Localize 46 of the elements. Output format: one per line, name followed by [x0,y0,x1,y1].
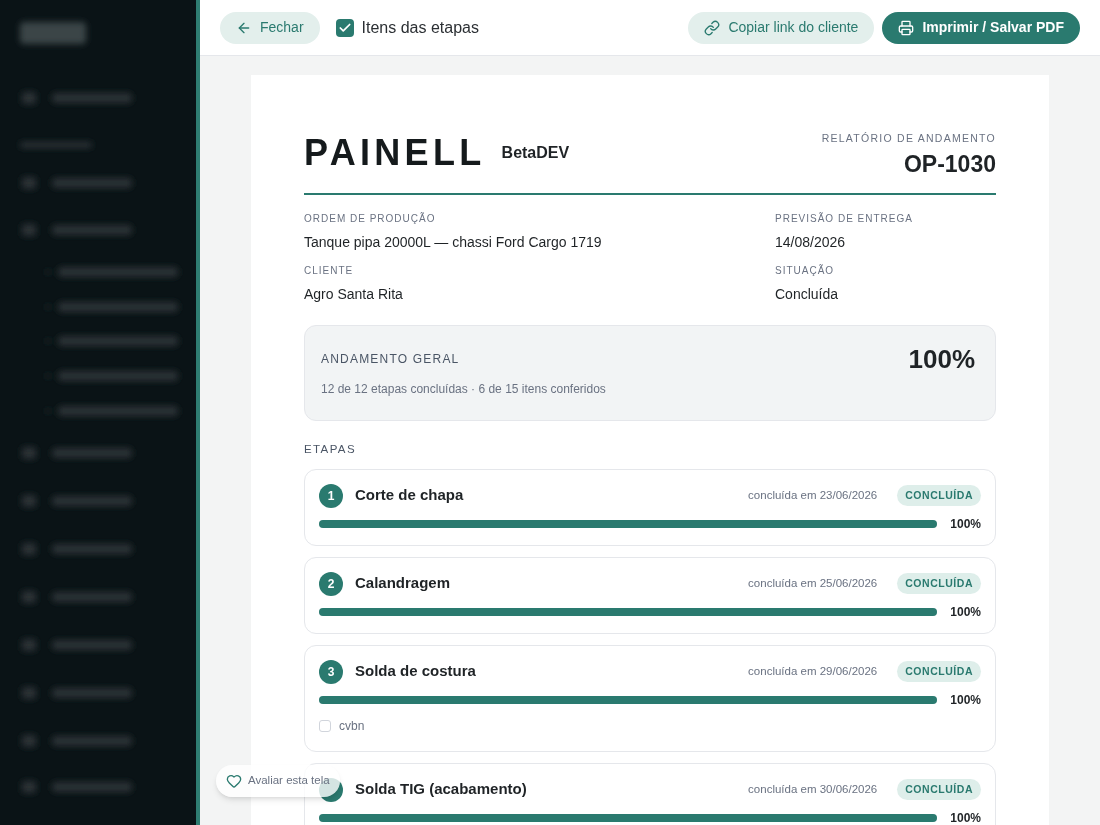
status-badge: CONCLUÍDA [897,484,981,507]
step-title: Corte de chapa [355,485,464,506]
heart-icon [226,773,242,789]
item-label: cvbn [339,717,365,735]
report-label: RELATÓRIO DE ANDAMENTO [821,131,996,146]
steps-heading: ETAPAS [304,442,357,458]
link-icon [704,19,721,36]
step-date: concluída em 25/06/2026 [748,575,878,591]
item-checkbox[interactable] [319,719,331,732]
steps-checkbox-label: Itens das etapas [361,17,479,38]
field-label: PREVISÃO DE ENTREGA [775,211,914,227]
field-value: Tanque pipa 20000L — chassi Ford Cargo 1719 [304,233,603,253]
step-title: Calandragem [355,573,451,594]
field-value: 14/08/2026 [775,233,847,253]
rate-screen-button[interactable]: Avaliar esta tela [216,765,340,797]
status-badge: CONCLUÍDA [897,660,981,683]
close-button[interactable]: Fechar [220,11,320,44]
company-name: BetaDEV [501,143,570,163]
step-percent: 100% [949,603,981,621]
overall-label: ANDAMENTO GERAL [321,351,461,369]
step-date: concluída em 23/06/2026 [748,487,878,503]
step-date: concluída em 29/06/2026 [748,663,878,679]
step-number: 1 [319,483,343,508]
printer-icon [898,19,915,36]
step-title: Solda TIG (acabamento) [355,779,527,800]
overall-summary: 12 de 12 etapas concluídas · 6 de 15 itens conferidos [321,381,606,399]
step-number: 2 [319,571,343,596]
steps-checkbox[interactable] [335,18,354,37]
step-percent: 100% [949,515,981,533]
field-label: CLIENTE [304,264,355,279]
field-label: ORDEM DE PRODUÇÃO [304,211,437,227]
step-date: concluída em 30/06/2026 [748,781,878,797]
step-percent: 100% [949,809,981,825]
step-percent: 100% [949,691,981,709]
logo: PAINELL [304,135,486,171]
status-badge: CONCLUÍDA [897,572,981,595]
print-button[interactable]: Imprimir / Salvar PDF [882,11,1080,44]
copy-link-button[interactable]: Copiar link do cliente [688,11,875,44]
order-code: OP-1030 [903,149,996,179]
step-number: 3 [319,659,343,684]
status-badge: CONCLUÍDA [897,778,981,801]
field-label: SITUAÇÃO [775,263,836,279]
overall-percent: 100% [908,343,976,377]
field-value: Concluída [775,285,840,305]
field-value: Agro Santa Rita [304,285,404,305]
step-title: Solda de costura [355,661,476,682]
